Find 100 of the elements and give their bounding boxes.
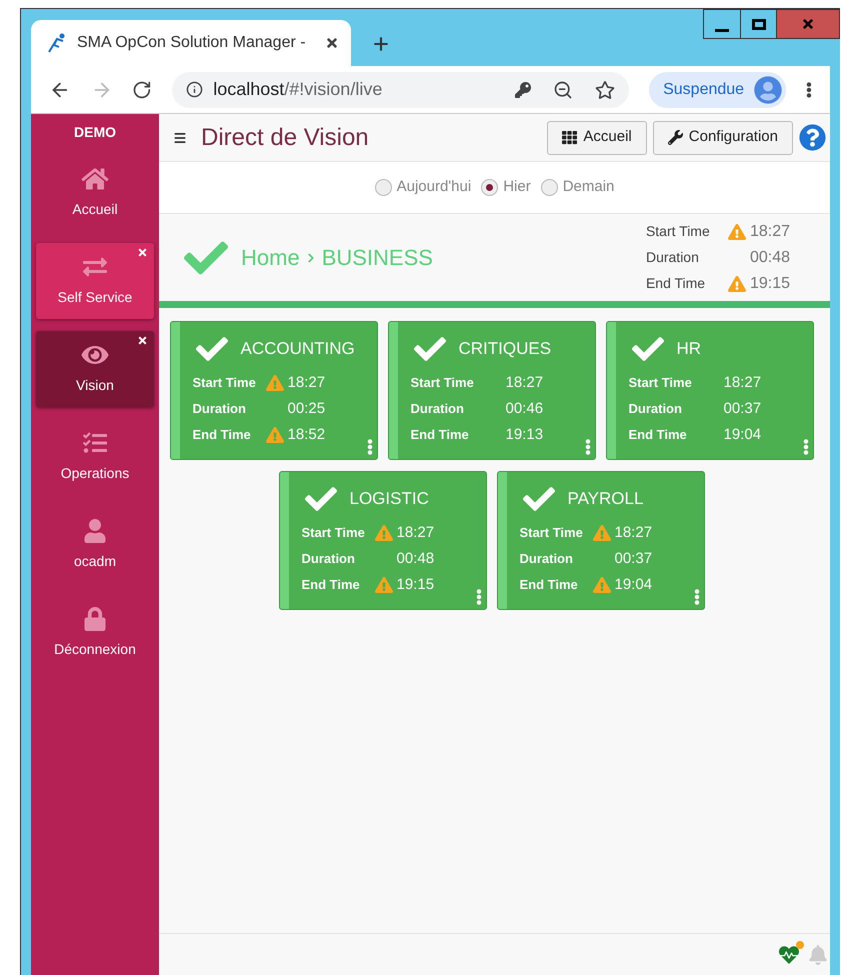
logo-icon [47,33,67,53]
close-button[interactable] [777,9,840,39]
row-label: Duration [410,400,465,418]
day-radio[interactable]: Aujourd'hui [374,176,472,199]
sidebar-item[interactable]: Vision [36,331,154,407]
help-icon[interactable] [799,124,826,151]
tile-title: CRITIQUES [458,338,552,360]
checklist-icon [81,430,109,454]
sidebar-label: Operations [60,464,130,483]
sidebar-item[interactable]: Déconnexion [36,595,154,671]
status-tile[interactable]: HR Start Time 18:27 Duration 00:37 End Time 19:04 [606,321,814,460]
sidebar-item[interactable]: Accueil [36,155,154,231]
summary-value: 18:27 [750,222,790,242]
wrench-icon [668,130,683,145]
sidebar-label: Déconnexion [54,640,136,658]
summary-label: Duration [646,248,700,267]
tile-title: LOGISTIC [350,488,429,510]
row-value: 18:52 [288,424,326,445]
row-value: 19:15 [396,574,434,595]
warning-icon [266,427,284,443]
row-label: End Time [520,576,579,594]
tile-title: PAYROLL [568,488,644,510]
sidebar-label: ocadm [74,552,116,570]
row-label: Start Time [410,374,475,392]
more-icon[interactable] [806,80,812,98]
header-button[interactable]: Accueil [547,120,647,154]
row-value: 18:27 [724,372,762,393]
row-label: Duration [628,400,683,418]
tile-title: HR [676,338,702,360]
profile-button[interactable]: Suspendue [649,72,786,108]
warning-icon [266,375,284,391]
close-icon[interactable] [137,335,148,346]
row-value: 18:27 [396,522,434,543]
warning-icon [374,577,392,593]
row-value: 00:25 [288,398,326,419]
tile-title: ACCOUNTING [240,338,355,360]
status-tile[interactable]: ACCOUNTING Start Time 18:27 Duration 00:25 End Time 18:52 [170,321,378,460]
key-icon[interactable] [513,82,534,98]
warning-icon [592,525,610,541]
menu-icon[interactable] [173,130,187,144]
warning-icon [728,224,746,240]
sidebar-item[interactable]: Operations [36,419,154,495]
sidebar-label: Vision [76,376,114,394]
row-value: 00:37 [724,398,762,419]
row-label: Duration [520,550,574,568]
row-value: 00:48 [396,548,434,569]
warning-icon [374,525,392,541]
browser-tab[interactable]: SMA OpCon Solution Manager - [31,20,351,66]
row-label: Duration [192,400,247,418]
warning-icon [728,276,746,292]
row-value: 00:37 [614,548,652,569]
summary-label: End Time [646,274,706,293]
status-tile[interactable]: PAYROLL Start Time 18:27 Duration 00:37 End Time 19:04 [496,471,704,610]
grid-icon [562,130,578,145]
status-tile[interactable]: CRITIQUES Start Time 18:27 Duration 00:46 End Time 19:13 [388,321,596,460]
close-icon [801,17,815,31]
row-label: End Time [410,426,470,444]
sidebar-label: Accueil [72,200,118,218]
page-title: Direct de Vision [201,122,370,152]
row-label: End Time [302,576,361,594]
row-value: 18:27 [288,372,326,393]
row-label: Start Time [302,524,366,542]
day-radio[interactable]: Hier [481,176,531,199]
tab-title: SMA OpCon Solution Manager - [77,33,307,53]
row-label: Start Time [628,374,693,392]
row-value: 19:04 [724,424,762,445]
avatar-icon [754,76,782,104]
info-icon [186,81,204,98]
minimize-button[interactable] [703,9,741,39]
star-icon[interactable] [595,80,616,100]
zoom-out-icon[interactable] [553,80,574,100]
row-value: 00:46 [506,398,544,419]
header-button[interactable]: Configuration [652,120,793,154]
new-tab-icon[interactable] [371,34,391,54]
sidebar-label: Self Service [58,288,132,306]
row-value: 19:13 [506,424,544,445]
row-label: Start Time [520,524,584,542]
url-text: localhost/#!vision/live [213,78,384,101]
row-value: 19:04 [614,574,652,595]
sidebar-item[interactable]: Self Service [36,243,154,319]
summary-value: 00:48 [750,248,790,268]
address-bar[interactable]: localhost/#!vision/live [172,72,630,108]
summary-value: 19:15 [750,274,790,294]
reload-icon[interactable] [132,80,152,100]
status-tile[interactable]: LOGISTIC Start Time 18:27 Duration 00:48 End Time 19:15 [278,471,486,610]
close-icon[interactable] [137,247,148,258]
close-icon[interactable] [325,36,339,50]
row-label: End Time [192,426,252,444]
row-value: 18:27 [506,372,544,393]
sidebar-item[interactable]: ocadm [36,507,154,583]
row-label: End Time [628,426,688,444]
environment-label: DEMO [73,123,117,142]
summary-label: Start Time [646,222,711,241]
warning-icon [592,577,610,593]
row-label: Duration [302,550,356,568]
arrows-icon [81,254,109,278]
row-value: 18:27 [614,522,652,543]
home-icon [81,166,109,190]
day-radio[interactable]: Demain [540,176,614,199]
row-label: Start Time [192,374,257,392]
